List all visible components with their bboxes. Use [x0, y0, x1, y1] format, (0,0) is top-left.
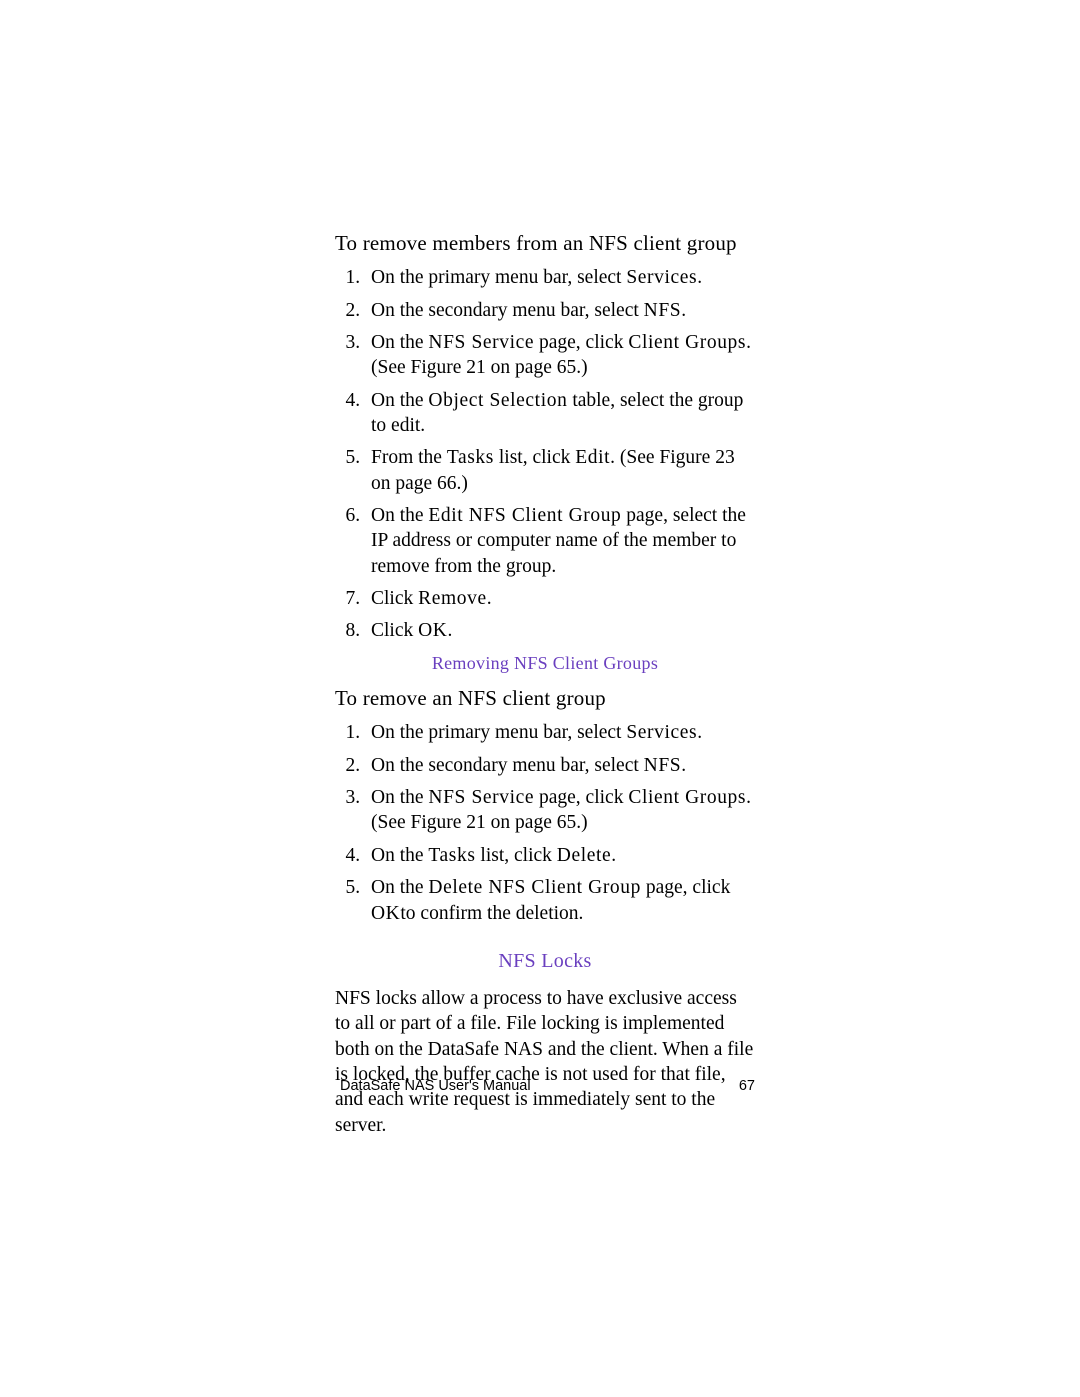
ui-term: Remove — [418, 588, 487, 609]
ui-term: Tasks — [447, 447, 494, 468]
step-item: On the secondary menu bar, select NFS. — [365, 753, 755, 778]
ui-term: NFS — [644, 300, 682, 321]
procedure-heading-remove-members: To remove members from an NFS client gro… — [335, 230, 755, 257]
ui-term: Client Groups — [628, 787, 746, 808]
step-item: On the Tasks list, click Delete. — [365, 843, 755, 868]
page-footer: DataSafe NAS User's Manual 67 — [340, 1078, 755, 1094]
ui-term: Tasks — [428, 845, 475, 866]
step-item: On the primary menu bar, select Services… — [365, 720, 755, 745]
step-item: On the NFS Service page, click Client Gr… — [365, 785, 755, 836]
step-text: On the — [371, 787, 428, 808]
step-item: From the Tasks list, click Edit. (See Fi… — [365, 445, 755, 496]
step-text: On the secondary menu bar, select — [371, 755, 644, 776]
ui-term: NFS Service — [428, 332, 534, 353]
step-text: On the — [371, 332, 428, 353]
step-text: . — [697, 267, 702, 288]
procedure-heading-remove-group: To remove an NFS client group — [335, 685, 755, 712]
document-page: To remove members from an NFS client gro… — [0, 0, 1080, 1397]
procedure-steps-remove-group: On the primary menu bar, select Services… — [335, 720, 755, 925]
step-text: . — [697, 722, 702, 743]
step-text: . — [681, 300, 686, 321]
ui-term: Delete — [557, 845, 611, 866]
ui-term: Edit NFS Client Group — [428, 505, 621, 526]
procedure-steps-remove-members: On the primary menu bar, select Services… — [335, 265, 755, 643]
ui-term: NFS — [644, 755, 682, 776]
step-text: . — [448, 620, 453, 641]
step-text: On the — [371, 845, 428, 866]
step-item: On the NFS Service page, click Client Gr… — [365, 330, 755, 381]
ui-term: OK — [418, 620, 447, 641]
step-text: page, click — [641, 877, 730, 898]
ui-term: Client Groups — [628, 332, 746, 353]
ui-term: OK — [371, 903, 400, 924]
step-text: . — [681, 755, 686, 776]
step-text: page, click — [534, 332, 628, 353]
step-text: list, click — [494, 447, 575, 468]
nfs-locks-paragraph: NFS locks allow a process to have exclus… — [335, 986, 755, 1138]
step-item: Click Remove. — [365, 586, 755, 611]
page-number: 67 — [739, 1078, 755, 1094]
step-text: On the — [371, 390, 428, 411]
ui-term: Services — [626, 722, 697, 743]
ui-term: Object Selection — [428, 390, 567, 411]
step-text: On the primary menu bar, select — [371, 722, 626, 743]
ui-term: Services — [626, 267, 697, 288]
step-text: page, click — [534, 787, 628, 808]
step-item: On the Edit NFS Client Group page, selec… — [365, 503, 755, 579]
footer-title: DataSafe NAS User's Manual — [340, 1078, 531, 1094]
step-text: . — [487, 588, 492, 609]
step-text: list, click — [476, 845, 557, 866]
step-item: Click OK. — [365, 618, 755, 643]
step-text: . — [611, 845, 616, 866]
step-item: On the Delete NFS Client Group page, cli… — [365, 875, 755, 926]
step-text: On the — [371, 505, 428, 526]
step-text: On the — [371, 877, 428, 898]
step-item: On the primary menu bar, select Services… — [365, 265, 755, 290]
step-text: Click — [371, 620, 418, 641]
ui-term: NFS Service — [428, 787, 534, 808]
step-item: On the secondary menu bar, select NFS. — [365, 298, 755, 323]
page-content: To remove members from an NFS client gro… — [335, 230, 755, 1138]
step-item: On the Object Selection table, select th… — [365, 388, 755, 439]
step-text: Click — [371, 588, 418, 609]
step-text: On the primary menu bar, select — [371, 267, 626, 288]
section-title-nfs-locks: NFS Locks — [335, 948, 755, 974]
step-text: From the — [371, 447, 447, 468]
ui-term: Edit — [575, 447, 610, 468]
ui-term: Delete NFS Client Group — [428, 877, 641, 898]
step-text: to confirm the deletion. — [400, 903, 583, 924]
section-title-removing-groups: Removing NFS Client Groups — [335, 652, 755, 675]
step-text: On the secondary menu bar, select — [371, 300, 644, 321]
